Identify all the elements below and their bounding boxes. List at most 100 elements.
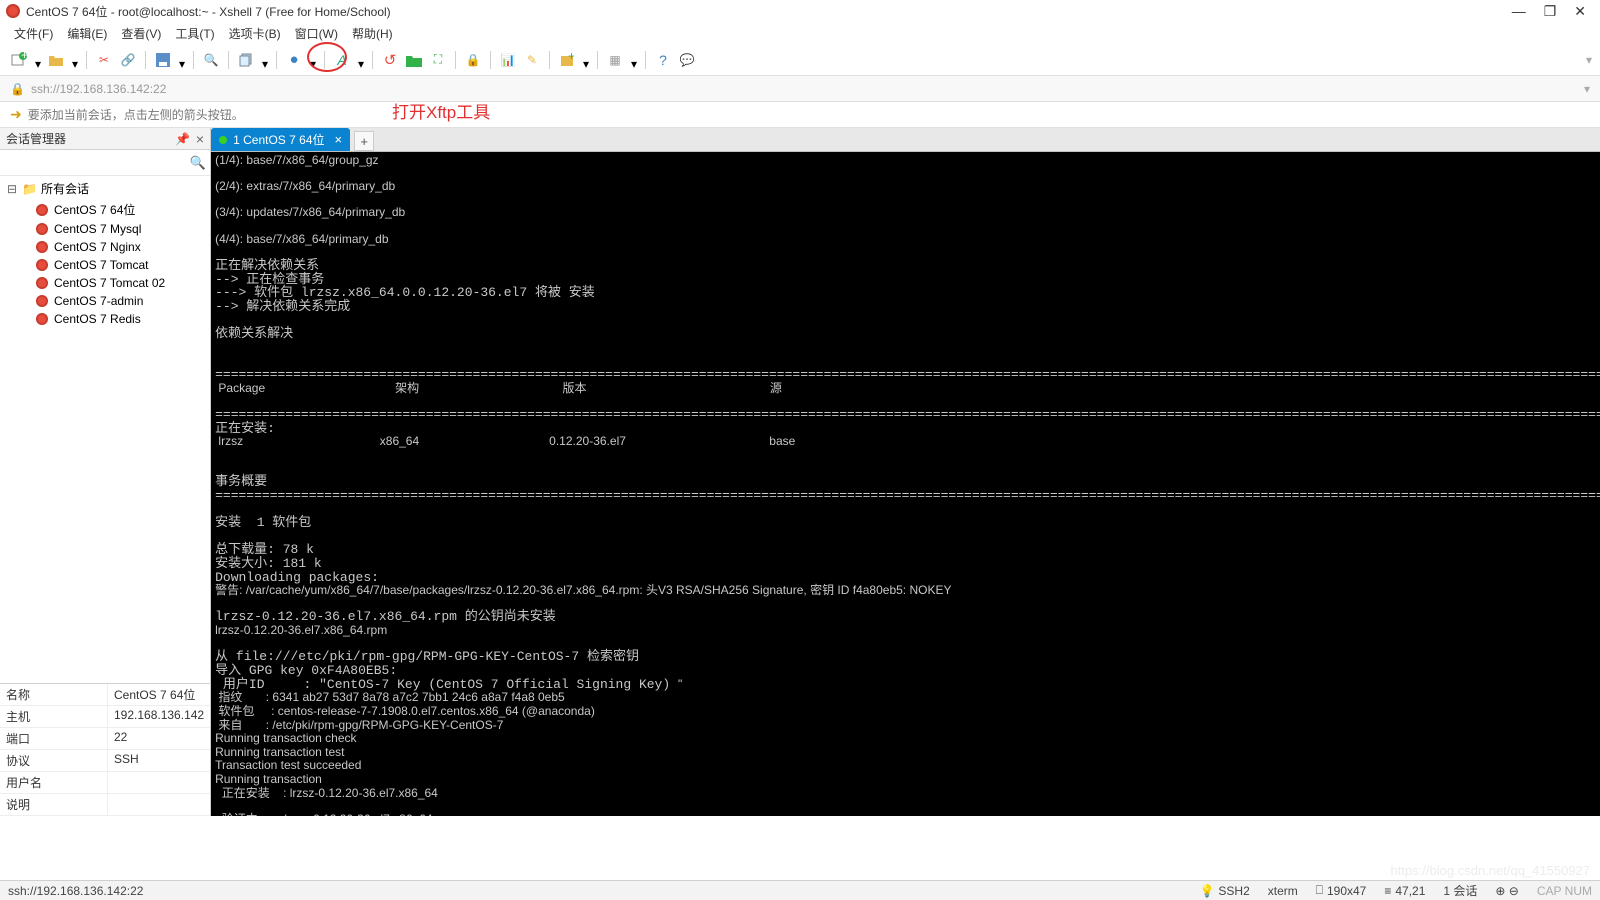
session-icon [36, 259, 48, 271]
svg-text:+: + [568, 53, 574, 63]
session-label: CentOS 7 64位 [54, 201, 135, 218]
session-properties: 名称CentOS 7 64位 主机192.168.136.142 端口22 协议… [0, 683, 210, 816]
pin-icon[interactable]: 📌 [175, 132, 190, 146]
app-icon [6, 4, 20, 18]
reconnect-icon[interactable]: ↺ [381, 51, 399, 69]
session-item[interactable]: CentOS 7 Nginx [0, 238, 210, 256]
session-item[interactable]: CentOS 7 64位 [0, 199, 210, 220]
bulb-icon: 💡 [1199, 884, 1214, 898]
session-tab[interactable]: 1 CentOS 7 64位 × [211, 128, 350, 151]
session-item[interactable]: CentOS 7-admin [0, 292, 210, 310]
prop-row: 主机192.168.136.142 [0, 706, 210, 728]
search-icon[interactable]: 🔍 [202, 51, 220, 69]
lock-small-icon: 🔒 [10, 82, 25, 96]
globe-icon[interactable]: ● [285, 51, 303, 69]
prop-row: 名称CentOS 7 64位 [0, 684, 210, 706]
session-label: CentOS 7 Tomcat 02 [54, 276, 165, 290]
status-sessions: 1 会话 [1443, 882, 1477, 899]
title-bar: CentOS 7 64位 - root@localhost:~ - Xshell… [0, 0, 1600, 22]
chart-icon[interactable]: 📊 [499, 51, 517, 69]
menu-bar: 文件(F) 编辑(E) 查看(V) 工具(T) 选项卡(B) 窗口(W) 帮助(… [0, 22, 1600, 44]
minimize-button[interactable]: — [1512, 3, 1526, 20]
session-icon [36, 241, 48, 253]
svg-text:+: + [21, 52, 27, 62]
copy-icon[interactable] [237, 51, 255, 69]
fullscreen-icon[interactable]: ⛶ [429, 51, 447, 69]
session-tree: ⊟ 📁 所有会话 CentOS 7 64位 CentOS 7 Mysql Cen… [0, 176, 210, 683]
new-tab-button[interactable]: + [354, 131, 374, 151]
session-label: CentOS 7 Tomcat [54, 258, 149, 272]
window-title: CentOS 7 64位 - root@localhost:~ - Xshell… [26, 3, 1512, 20]
session-manager-panel: 会话管理器 📌 × 🔍 ⊟ 📁 所有会话 CentOS 7 64位 CentOS… [0, 128, 211, 816]
annotation-label: 打开Xftp工具 [392, 98, 490, 123]
session-item[interactable]: CentOS 7 Tomcat 02 [0, 274, 210, 292]
status-size: 190x47 [1327, 884, 1366, 898]
session-label: CentOS 7-admin [54, 294, 143, 308]
maximize-button[interactable]: ❐ [1544, 3, 1557, 20]
add-tab-icon[interactable]: + [558, 51, 576, 69]
menu-tools[interactable]: 工具(T) [175, 25, 214, 42]
session-icon [36, 277, 48, 289]
session-icon [36, 313, 48, 325]
tree-root[interactable]: ⊟ 📁 所有会话 [0, 178, 210, 199]
menu-tab[interactable]: 选项卡(B) [229, 25, 281, 42]
status-caps: CAP NUM [1537, 884, 1592, 898]
main-area: 会话管理器 📌 × 🔍 ⊟ 📁 所有会话 CentOS 7 64位 CentOS… [0, 128, 1600, 816]
help-icon[interactable]: ? [654, 51, 672, 69]
terminal[interactable]: (1/4): base/7/x86_64/group_gz| 153 kB 00… [211, 152, 1600, 816]
session-item[interactable]: CentOS 7 Tomcat [0, 256, 210, 274]
session-icon [36, 223, 48, 235]
hint-arrow-icon[interactable]: ➜ [10, 106, 22, 123]
layout-icon[interactable]: ▦ [606, 51, 624, 69]
session-icon [36, 204, 48, 216]
session-search-row: 🔍 [0, 150, 210, 176]
menu-help[interactable]: 帮助(H) [352, 25, 393, 42]
close-button[interactable]: ✕ [1574, 3, 1586, 20]
menu-window[interactable]: 窗口(W) [295, 25, 338, 42]
lock-icon[interactable]: 🔒 [464, 51, 482, 69]
open-folder-icon[interactable] [47, 51, 65, 69]
cut-icon[interactable]: ✂ [95, 51, 113, 69]
font-icon[interactable]: A [333, 51, 351, 69]
status-connection: ssh://192.168.136.142:22 [8, 884, 143, 898]
session-icon [36, 295, 48, 307]
address-bar: 🔒 ssh://192.168.136.142:22 ▾ [0, 76, 1600, 102]
hint-bar: ➜ 要添加当前会话，点击左侧的箭头按钮。 [0, 102, 1600, 128]
prop-row: 协议SSH [0, 750, 210, 772]
highlight-icon[interactable]: ✎ [523, 51, 541, 69]
menu-edit[interactable]: 编辑(E) [67, 25, 107, 42]
toolbar-overflow-icon[interactable]: ▾ [1586, 53, 1592, 67]
expand-icon[interactable]: ⊟ [6, 182, 18, 196]
status-term: xterm [1268, 884, 1298, 898]
menu-view[interactable]: 查看(V) [121, 25, 161, 42]
menu-file[interactable]: 文件(F) [14, 25, 53, 42]
session-manager-title: 会话管理器 [6, 130, 175, 147]
session-manager-header: 会话管理器 📌 × [0, 128, 210, 150]
prop-row: 端口22 [0, 728, 210, 750]
address-text[interactable]: ssh://192.168.136.142:22 [31, 82, 1578, 96]
content-area: 1 CentOS 7 64位 × + ◂ ▸ ▾ (1/4): base/7/x… [211, 128, 1600, 816]
xftp-icon[interactable] [405, 51, 423, 69]
address-overflow-icon[interactable]: ▾ [1584, 82, 1590, 96]
folder-icon: 📁 [22, 182, 37, 196]
session-search-input[interactable] [4, 156, 190, 170]
tab-strip: 1 CentOS 7 64位 × + ◂ ▸ ▾ [211, 128, 1600, 152]
tree-root-label: 所有会话 [41, 180, 89, 197]
hint-text: 要添加当前会话，点击左侧的箭头按钮。 [28, 106, 244, 123]
prop-row: 用户名 [0, 772, 210, 794]
session-item[interactable]: CentOS 7 Mysql [0, 220, 210, 238]
status-bar: ssh://192.168.136.142:22 💡SSH2 xterm ⎕ 1… [0, 880, 1600, 900]
session-label: CentOS 7 Redis [54, 312, 141, 326]
watermark: https://blog.csdn.net/qq_41550927 [1391, 863, 1591, 878]
link-icon[interactable]: 🔗 [119, 51, 137, 69]
session-item[interactable]: CentOS 7 Redis [0, 310, 210, 328]
search-icon-small[interactable]: 🔍 [190, 155, 206, 171]
connected-dot-icon [219, 136, 227, 144]
tab-close-icon[interactable]: × [335, 132, 343, 147]
panel-close-icon[interactable]: × [196, 131, 204, 147]
save-icon[interactable] [154, 51, 172, 69]
status-protocol: SSH2 [1218, 884, 1249, 898]
prop-row: 说明 [0, 794, 210, 816]
chat-icon[interactable]: 💬 [678, 51, 696, 69]
new-session-icon[interactable]: + [10, 51, 28, 69]
